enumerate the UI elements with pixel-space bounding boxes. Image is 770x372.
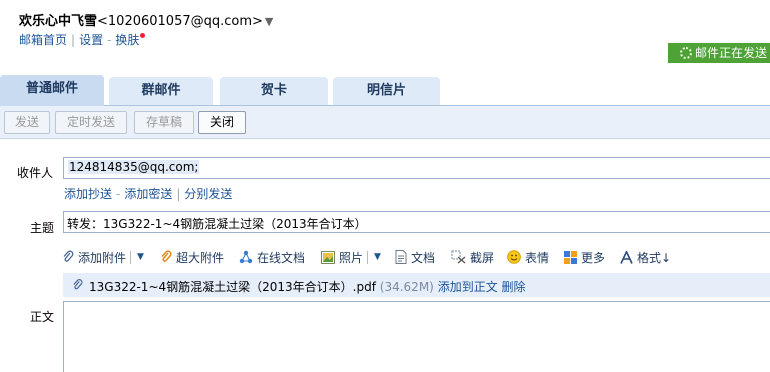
add-bcc-link[interactable]: 添加密送 xyxy=(124,187,172,201)
attachment-filename: 13G322-1~4钢筋混凝土过梁（2013年合订本）.pdf xyxy=(89,280,376,294)
online-doc-label: 在线文档 xyxy=(257,250,306,265)
attachment-info: 13G322-1~4钢筋混凝土过梁（2013年合订本）.pdf (34.62M)… xyxy=(89,278,526,295)
sending-status-banner: 邮件正在发送 xyxy=(668,43,770,63)
share-nodes-icon xyxy=(239,250,253,264)
screenshot-label: 截屏 xyxy=(470,250,495,265)
large-attachment-label: 超大附件 xyxy=(176,250,225,265)
subject-text: 转发：13G322-1~4钢筋混凝土过梁（2013年合订本） xyxy=(67,217,367,231)
body-label: 正文 xyxy=(30,310,55,324)
mail-type-tabs: 普通邮件 群邮件 贺卡 明信片 xyxy=(0,75,770,106)
photo-icon xyxy=(321,250,335,264)
close-button[interactable]: 关闭 xyxy=(198,111,246,134)
add-to-body-link[interactable]: 添加到正文 xyxy=(438,280,498,294)
font-a-icon xyxy=(620,250,633,264)
divider: | xyxy=(71,33,76,47)
tab-normal-mail[interactable]: 普通邮件 xyxy=(0,75,104,106)
change-skin-link[interactable]: 换肤 xyxy=(115,33,139,47)
large-attachment-button[interactable]: 超大附件 xyxy=(160,246,224,268)
separate-send-link[interactable]: 分别发送 xyxy=(184,187,232,201)
tab-group-mail[interactable]: 群邮件 xyxy=(109,77,213,105)
add-attachment-button[interactable]: 添加附件 ▼ xyxy=(62,246,144,268)
document-label: 文档 xyxy=(411,250,436,265)
paperclip-orange-icon xyxy=(161,250,172,262)
compose-toolbar: 发送 定时发送 存草稿 关闭 xyxy=(0,106,770,139)
tab-postcard[interactable]: 明信片 xyxy=(333,77,440,105)
recipient-options: 添加抄送 - 添加密送 | 分别发送 xyxy=(64,185,232,202)
user-email: <1020601057@qq.com> xyxy=(97,14,263,29)
scheduled-send-button[interactable]: 定时发送 xyxy=(55,111,127,134)
to-label: 收件人 xyxy=(17,166,54,180)
format-label: 格式↓ xyxy=(637,250,672,265)
recipient-address: 124814835@qq.com; xyxy=(68,160,200,174)
account-header: 欢乐心中飞雪<1020601057@qq.com> ▼ xyxy=(19,10,273,29)
chevron-down-icon[interactable]: ▼ xyxy=(374,252,381,262)
paperclip-icon xyxy=(63,250,74,262)
mailbox-home-link[interactable]: 邮箱首页 xyxy=(19,33,67,47)
top-links: 邮箱首页 | 设置 - 换肤 xyxy=(19,31,146,48)
add-cc-link[interactable]: 添加抄送 xyxy=(64,187,112,201)
attachment-size: (34.62M) xyxy=(379,280,434,294)
sending-status-text: 邮件正在发送 xyxy=(695,46,768,60)
body-editor[interactable] xyxy=(63,301,770,372)
more-label: 更多 xyxy=(581,250,606,265)
new-indicator-dot xyxy=(140,33,146,38)
divider: - xyxy=(116,187,121,201)
divider xyxy=(367,250,369,264)
subject-input[interactable]: 转发：13G322-1~4钢筋混凝土过梁（2013年合订本） xyxy=(63,211,770,233)
emoji-label: 表情 xyxy=(525,250,550,265)
document-icon xyxy=(395,250,407,264)
format-button[interactable]: 格式↓ xyxy=(620,246,671,268)
document-button[interactable]: 文档 xyxy=(395,246,435,268)
attachment-item: 13G322-1~4钢筋混凝土过梁（2013年合订本）.pdf (34.62M)… xyxy=(63,273,770,297)
scissors-crop-icon xyxy=(451,250,466,264)
more-button[interactable]: 更多 xyxy=(564,246,605,268)
recipient-input[interactable]: 124814835@qq.com; xyxy=(63,157,770,179)
divider: | xyxy=(176,187,181,201)
smiley-icon xyxy=(507,250,521,264)
recipient-chip[interactable]: 124814835@qq.com; xyxy=(68,160,200,174)
divider: - xyxy=(107,33,112,47)
user-name: 欢乐心中飞雪 xyxy=(19,14,98,29)
loading-spinner-icon xyxy=(680,47,692,59)
delete-attachment-link[interactable]: 删除 xyxy=(502,280,526,294)
screenshot-button[interactable]: 截屏 xyxy=(451,246,494,268)
photo-label: 照片 xyxy=(339,250,364,265)
photo-button[interactable]: 照片 ▼ xyxy=(321,246,381,268)
chevron-down-icon[interactable]: ▼ xyxy=(137,252,144,262)
account-dropdown-caret[interactable]: ▼ xyxy=(265,15,273,28)
paperclip-icon xyxy=(73,279,83,290)
grid-apps-icon xyxy=(564,250,577,264)
add-attachment-label: 添加附件 xyxy=(78,250,127,265)
subject-label: 主题 xyxy=(30,221,55,235)
save-draft-button[interactable]: 存草稿 xyxy=(134,111,194,134)
divider xyxy=(130,250,132,264)
online-doc-button[interactable]: 在线文档 xyxy=(239,246,305,268)
settings-link[interactable]: 设置 xyxy=(79,33,103,47)
tab-greeting-card[interactable]: 贺卡 xyxy=(220,77,328,105)
send-button[interactable]: 发送 xyxy=(4,111,50,134)
emoji-button[interactable]: 表情 xyxy=(507,246,549,268)
